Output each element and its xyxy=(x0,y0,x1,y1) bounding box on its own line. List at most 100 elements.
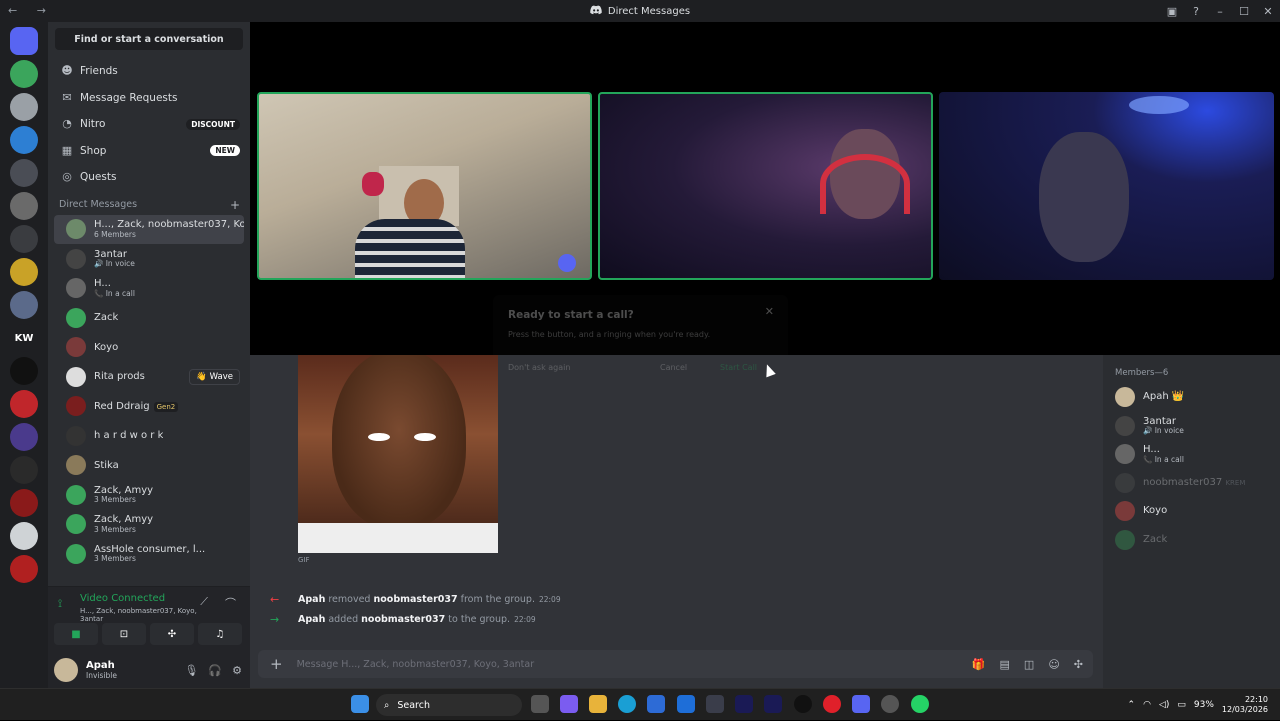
modal-cancel-button[interactable]: Cancel xyxy=(660,363,687,372)
disconnect-icon[interactable]: ⌒ xyxy=(225,595,236,611)
gift-icon[interactable]: 🎁 xyxy=(972,658,986,671)
mail-app-icon[interactable] xyxy=(677,695,695,713)
activities-button[interactable]: ✣ xyxy=(150,623,194,645)
headphones-icon[interactable]: 🎧 xyxy=(208,664,222,677)
discord-home-icon[interactable] xyxy=(10,27,38,55)
nav-nitro[interactable]: ◔ Nitro DISCOUNT xyxy=(48,111,250,138)
server-icon[interactable] xyxy=(10,357,38,385)
apps-icon[interactable]: ✣ xyxy=(1074,658,1083,671)
maximize-button[interactable]: ☐ xyxy=(1232,5,1256,18)
message-input[interactable]: Message H..., Zack, noobmaster037, Koyo,… xyxy=(297,659,535,670)
nav-friends[interactable]: ☻ Friends xyxy=(48,58,250,85)
nav-message-requests[interactable]: ✉ Message Requests xyxy=(48,85,250,112)
help-icon[interactable]: ? xyxy=(1184,5,1208,18)
opera-icon[interactable] xyxy=(823,695,841,713)
server-icon[interactable] xyxy=(10,456,38,484)
file-explorer-icon[interactable] xyxy=(589,695,607,713)
dm-item[interactable]: Zack, Amyy 3 Members xyxy=(54,510,244,540)
server-icon[interactable] xyxy=(10,159,38,187)
premiere-icon[interactable] xyxy=(735,695,753,713)
chatgpt-icon[interactable] xyxy=(881,695,899,713)
dm-item[interactable]: H..., Zack, noobmaster037, Koy... 6 Membe… xyxy=(54,214,244,244)
wave-button[interactable]: 👋 Wave xyxy=(189,368,240,385)
member-item[interactable]: noobmaster037 KREM xyxy=(1115,472,1245,493)
clock[interactable]: 22:10 12/03/2026 xyxy=(1222,695,1268,716)
edge-icon[interactable] xyxy=(618,695,636,713)
app-icon[interactable] xyxy=(706,695,724,713)
inbox-icon[interactable]: ▣ xyxy=(1160,5,1184,18)
server-icon[interactable] xyxy=(10,225,38,253)
server-icon[interactable] xyxy=(10,291,38,319)
battery-icon[interactable]: ▭ xyxy=(1177,700,1186,710)
dm-item[interactable]: AssHole consumer, l... 3 Members xyxy=(54,539,244,569)
message-composer[interactable]: + Message H..., Zack, noobmaster037, Koy… xyxy=(258,650,1093,678)
sticker-icon[interactable]: ◫ xyxy=(1024,658,1034,671)
whatsapp-icon[interactable] xyxy=(911,695,929,713)
server-icon[interactable] xyxy=(10,60,38,88)
find-conversation-button[interactable]: Find or start a conversation xyxy=(55,28,243,50)
message-actor[interactable]: Apah xyxy=(298,614,325,625)
close-icon[interactable]: ✕ xyxy=(765,305,774,318)
dm-item[interactable]: h a r d w o r k xyxy=(54,421,244,451)
video-tile-3[interactable] xyxy=(939,92,1274,280)
create-dm-icon[interactable]: + xyxy=(230,198,240,212)
wifi-icon[interactable]: ◠ xyxy=(1143,700,1151,710)
member-item[interactable]: Apah 👑 xyxy=(1115,387,1184,407)
video-tile-1[interactable] xyxy=(257,92,592,280)
server-icon[interactable] xyxy=(10,423,38,451)
server-icon[interactable] xyxy=(10,258,38,286)
server-icon[interactable] xyxy=(10,192,38,220)
store-icon[interactable] xyxy=(647,695,665,713)
dm-item[interactable]: Koyo xyxy=(54,333,244,363)
video-tile-2[interactable] xyxy=(598,92,933,280)
avatar[interactable] xyxy=(54,658,78,682)
dm-item[interactable]: Zack, Amyy 3 Members xyxy=(54,480,244,510)
dm-item[interactable]: Stika xyxy=(54,451,244,481)
attach-plus-icon[interactable]: + xyxy=(270,655,283,673)
noise-suppression-icon[interactable]: ⟋ xyxy=(200,595,208,609)
dm-item[interactable]: Red Ddraig Gen2 xyxy=(54,392,244,422)
copilot-icon[interactable] xyxy=(560,695,578,713)
message-target[interactable]: noobmaster037 xyxy=(374,594,458,605)
server-icon[interactable]: KW xyxy=(10,324,38,352)
soundboard-button[interactable]: ♫ xyxy=(198,623,242,645)
server-icon[interactable] xyxy=(10,555,38,583)
discord-taskbar-icon[interactable] xyxy=(852,695,870,713)
server-icon[interactable] xyxy=(10,489,38,517)
chevron-up-icon[interactable]: ⌃ xyxy=(1128,700,1136,710)
close-button[interactable]: ✕ xyxy=(1256,5,1280,18)
member-item[interactable]: Zack xyxy=(1115,529,1167,550)
server-icon[interactable] xyxy=(10,390,38,418)
dm-item[interactable]: Rita prods 👋 Wave xyxy=(54,362,244,392)
nav-arrows[interactable]: ← → xyxy=(8,4,54,17)
server-icon[interactable] xyxy=(10,93,38,121)
settings-gear-icon[interactable]: ⚙ xyxy=(232,664,242,677)
emoji-icon[interactable]: ☺ xyxy=(1048,658,1059,671)
dm-item[interactable]: H... 📞 In a call xyxy=(54,274,244,304)
dm-item[interactable]: Zack xyxy=(54,303,244,333)
modal-checkbox[interactable]: Don't ask again xyxy=(508,363,570,372)
message-actor[interactable]: Apah xyxy=(298,594,325,605)
gif-icon[interactable]: ▤ xyxy=(1000,658,1010,671)
server-icon[interactable] xyxy=(10,126,38,154)
taskbar-search[interactable]: ⌕ Search xyxy=(376,694,522,716)
server-icon[interactable] xyxy=(10,522,38,550)
voice-channel[interactable]: H..., Zack, noobmaster037, Koyo, 3antar xyxy=(48,607,220,623)
minimize-button[interactable]: – xyxy=(1208,5,1232,18)
nav-shop[interactable]: ▦ Shop NEW xyxy=(48,138,250,165)
nav-quests[interactable]: ◎ Quests xyxy=(48,164,250,191)
task-view-icon[interactable] xyxy=(531,695,549,713)
start-icon[interactable] xyxy=(351,695,369,713)
member-item[interactable]: H... 📞 In a call xyxy=(1115,444,1184,465)
gif-image[interactable] xyxy=(298,355,498,553)
member-item[interactable]: Koyo xyxy=(1115,501,1167,521)
microphone-icon[interactable]: 🎙 xyxy=(184,664,198,677)
screen-share-button[interactable]: ⊡ xyxy=(102,623,146,645)
dm-item[interactable]: 3antar 🔊 In voice xyxy=(54,244,244,274)
member-item[interactable]: 3antar 🔊 In voice xyxy=(1115,416,1184,436)
modal-start-call-button[interactable]: Start Call xyxy=(720,363,757,372)
obs-icon[interactable] xyxy=(794,695,812,713)
camera-button[interactable]: ■ xyxy=(54,623,98,645)
message-target[interactable]: noobmaster037 xyxy=(361,614,445,625)
volume-icon[interactable]: ◁) xyxy=(1159,700,1169,710)
